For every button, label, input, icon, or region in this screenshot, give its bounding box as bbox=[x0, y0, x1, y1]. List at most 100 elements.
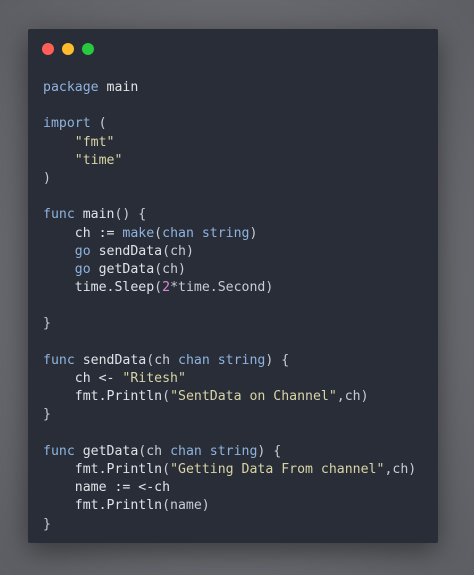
code-token: 2 bbox=[162, 280, 171, 296]
code-token: main bbox=[82, 207, 115, 223]
code-line: } bbox=[43, 406, 433, 424]
code-token: func bbox=[43, 352, 75, 368]
code-line: "fmt" bbox=[43, 134, 433, 152]
code-token: (ch) bbox=[162, 243, 194, 259]
code-token: Sleep bbox=[114, 280, 155, 296]
code-line: go getData(ch) bbox=[43, 261, 433, 279]
code-token: "Ritesh" bbox=[122, 371, 186, 386]
code-line: go sendData(ch) bbox=[43, 243, 433, 261]
code-line: } bbox=[43, 516, 433, 534]
code-token: ) { bbox=[257, 443, 282, 459]
code-token: ) bbox=[249, 225, 258, 241]
code-token: getData bbox=[82, 443, 139, 459]
code-token: time. bbox=[43, 280, 115, 296]
code-token: package bbox=[43, 80, 99, 95]
code-token: ( bbox=[162, 461, 171, 477]
code-token: getData bbox=[98, 261, 155, 277]
code-token: import bbox=[43, 116, 91, 132]
code-token: "Getting Data From channel" bbox=[170, 461, 385, 477]
code-token: make bbox=[122, 225, 155, 241]
code-line: func sendData(ch chan string) { bbox=[43, 352, 433, 370]
code-token: sendData bbox=[98, 243, 163, 259]
code-token: ( bbox=[162, 389, 171, 405]
maximize-icon[interactable] bbox=[82, 43, 94, 55]
code-line: func main() { bbox=[43, 206, 433, 224]
code-token: fmt. bbox=[43, 389, 107, 405]
code-line: ​ bbox=[43, 297, 433, 315]
code-token: } bbox=[43, 316, 51, 332]
code-token: chan bbox=[162, 225, 194, 241]
code-line: import ( bbox=[43, 115, 433, 133]
code-token: ( bbox=[90, 116, 107, 132]
code-token: (ch bbox=[138, 443, 171, 459]
code-window: package main​import ( "fmt" "time")​func… bbox=[28, 29, 438, 543]
code-token: (ch) bbox=[154, 261, 186, 277]
code-token: fmt. bbox=[43, 498, 107, 514]
code-line: ​ bbox=[43, 97, 433, 115]
code-line: package main bbox=[43, 79, 433, 97]
code-token: Println bbox=[106, 461, 163, 477]
code-line: "time" bbox=[43, 152, 433, 170]
code-token: func bbox=[43, 207, 75, 223]
code-token: ) bbox=[43, 170, 51, 186]
code-line: ​ bbox=[43, 425, 433, 443]
code-token: func bbox=[43, 443, 75, 459]
code-token: chan bbox=[178, 352, 210, 368]
code-line: fmt.Println(name) bbox=[43, 497, 433, 515]
code-token: "time" bbox=[74, 152, 123, 168]
code-token: ) { bbox=[265, 352, 290, 368]
code-token: (ch bbox=[146, 352, 179, 368]
code-token: string bbox=[217, 352, 266, 368]
code-token: main bbox=[98, 80, 139, 95]
code-token: go bbox=[74, 243, 91, 259]
code-line: ch := make(chan string) bbox=[43, 225, 433, 243]
code-token: (name) bbox=[162, 498, 210, 514]
code-token: string bbox=[201, 225, 250, 241]
code-line: ​ bbox=[43, 188, 433, 206]
code-line: name := <-ch bbox=[43, 479, 433, 497]
code-token: ,ch) bbox=[336, 389, 369, 405]
minimize-icon[interactable] bbox=[62, 43, 74, 55]
code-token: "fmt" bbox=[74, 134, 115, 150]
code-token: ch := bbox=[43, 225, 123, 241]
code-token: ( bbox=[154, 225, 163, 241]
code-token: () { bbox=[114, 207, 147, 223]
code-line: ​ bbox=[43, 334, 433, 352]
close-icon[interactable] bbox=[42, 43, 54, 55]
code-token: ,ch) bbox=[384, 461, 417, 477]
code-token: } bbox=[43, 407, 51, 423]
code-token: chan bbox=[170, 443, 202, 459]
code-token: string bbox=[209, 443, 258, 459]
code-line: ) bbox=[43, 170, 433, 188]
window-titlebar bbox=[28, 29, 438, 69]
code-line: fmt.Println("Getting Data From channel",… bbox=[43, 461, 433, 479]
code-line: time.Sleep(2*time.Second) bbox=[43, 279, 433, 297]
code-token: Println bbox=[106, 498, 163, 514]
code-token: *time.Second) bbox=[170, 280, 274, 296]
code-token: fmt. bbox=[43, 461, 107, 477]
code-line: ch <- "Ritesh" bbox=[43, 370, 433, 388]
code-token: sendData bbox=[82, 352, 147, 368]
code-token: name := <-ch bbox=[43, 480, 171, 496]
code-token: go bbox=[74, 261, 91, 277]
code-token: } bbox=[43, 516, 51, 532]
code-block: package main​import ( "fmt" "time")​func… bbox=[43, 79, 433, 534]
code-line: func getData(ch chan string) { bbox=[43, 443, 433, 461]
code-token: ch <- bbox=[43, 371, 123, 386]
code-token: Println bbox=[106, 389, 163, 405]
code-line: fmt.Println("SentData on Channel",ch) bbox=[43, 388, 433, 406]
code-line: } bbox=[43, 315, 433, 333]
code-token: ( bbox=[154, 280, 163, 296]
